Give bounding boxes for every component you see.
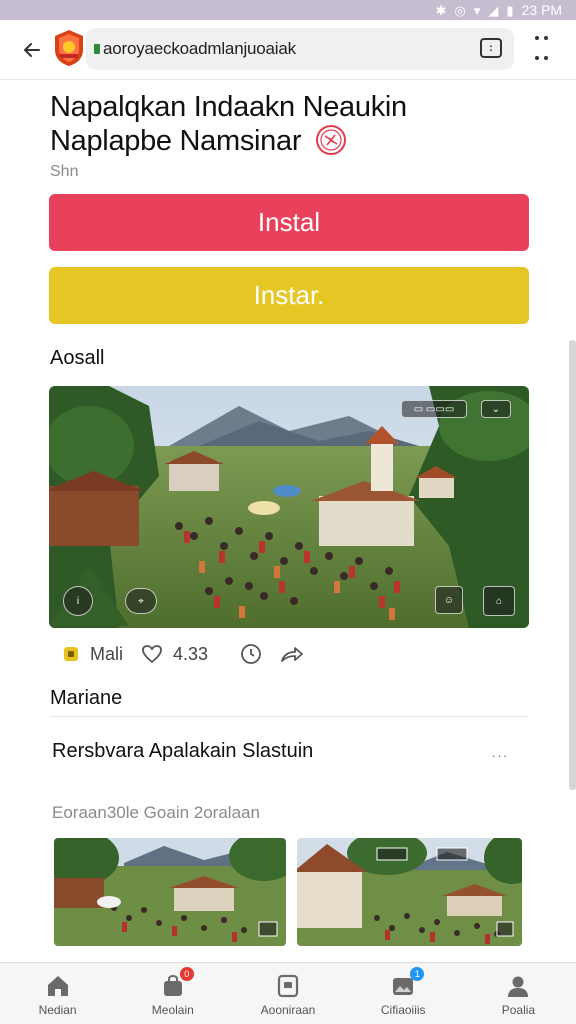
article-meta: Eoraan30le Goain 2oralaan [52,803,260,822]
hero-more-chip[interactable]: ⌄ [481,400,511,418]
bluetooth-icon: ✱ [435,2,447,18]
heart-icon [142,645,162,664]
tag-icon [64,647,78,661]
lock-icon [94,44,100,54]
page-title: Napalqkan Indaakn Neaukin Naplapbe Namsi… [50,90,530,158]
overflow-menu-button[interactable] [530,36,552,60]
install-secondary-button[interactable]: Instar. [49,267,529,324]
hero-info-button[interactable]: i [63,586,93,616]
home-icon [47,976,68,996]
card-icon [277,974,299,998]
tab-switcher-button[interactable]: : [480,38,502,58]
site-logo [55,30,83,66]
wifi-icon: ▾ [473,2,481,18]
share-arrow-icon [281,647,303,662]
page-title-text: Napalqkan Indaakn Neaukin Naplapbe Namsi… [50,91,407,157]
label-text: Mali [90,643,124,664]
article-thumbnail-2[interactable] [297,838,522,946]
battery-icon: ▮ [506,2,514,18]
post-actions: Mali 4.33 [62,640,322,668]
divider [50,716,528,717]
nav-item-card[interactable]: Aooniraan [230,963,345,1024]
hero-share-button[interactable]: ⌖ [125,588,157,614]
verified-seal-icon [315,125,346,155]
like-button[interactable]: 4.33 [141,644,208,665]
hero-download-button[interactable]: ⌂ [483,586,515,616]
nav-item-gallery[interactable]: 1 Cifiaoiiis [346,963,461,1024]
scrollbar[interactable] [569,340,576,790]
hero-caption-chip[interactable]: ▭ ▭▭▭ [401,400,467,418]
nav-item-profile[interactable]: Poalia [461,963,576,1024]
nav-item-bag[interactable]: 0 Meolain [115,963,230,1024]
install-button[interactable]: Instal [49,194,529,251]
signal-icon: ◢ [488,2,499,18]
share-button[interactable] [280,644,304,664]
arrow-left-icon [24,43,40,57]
hero-save-button[interactable]: ☺ [435,586,463,614]
notification-badge: 0 [179,967,194,981]
menu-dots-icon [534,36,548,40]
article-title[interactable]: Rersbvara Apalakain Slastuin [52,738,452,764]
like-count: 4.33 [173,643,209,664]
section-heading: Aosall [50,347,105,369]
profile-icon [508,976,529,997]
browser-toolbar: aoroyaeckoadmlanjuoaiak : [0,20,576,80]
alarm-icon: ◎ [454,2,466,18]
status-time: 23 PM [521,2,562,18]
tab-switcher-icon: : [489,42,493,54]
hero-image[interactable]: ▭ ▭▭▭ ⌄ i ⌖ ☺ ⌂ [49,386,529,628]
url-text: aoroyaeckoadmlanjuoaiak [103,39,296,58]
article-more-button[interactable]: ... [492,745,509,760]
url-field[interactable]: aoroyaeckoadmlanjuoaiak [86,28,514,70]
status-bar: ✱ ◎ ▾ ◢ ▮ 23 PM [0,0,576,20]
back-button[interactable] [16,34,48,66]
clock-icon [241,644,261,664]
nav-item-home[interactable]: Nedian [0,963,115,1024]
bottom-nav: Nedian 0 Meolain Aooniraan 1 Cifiaoiiis [0,962,576,1024]
section-heading-2: Mariane [50,687,123,709]
article-thumbnail[interactable] [54,838,286,946]
page-subtitle: Shn [50,163,79,180]
label-chip[interactable]: Mali [62,644,123,665]
notification-badge-2: 1 [410,967,425,981]
comment-button[interactable] [240,643,262,665]
